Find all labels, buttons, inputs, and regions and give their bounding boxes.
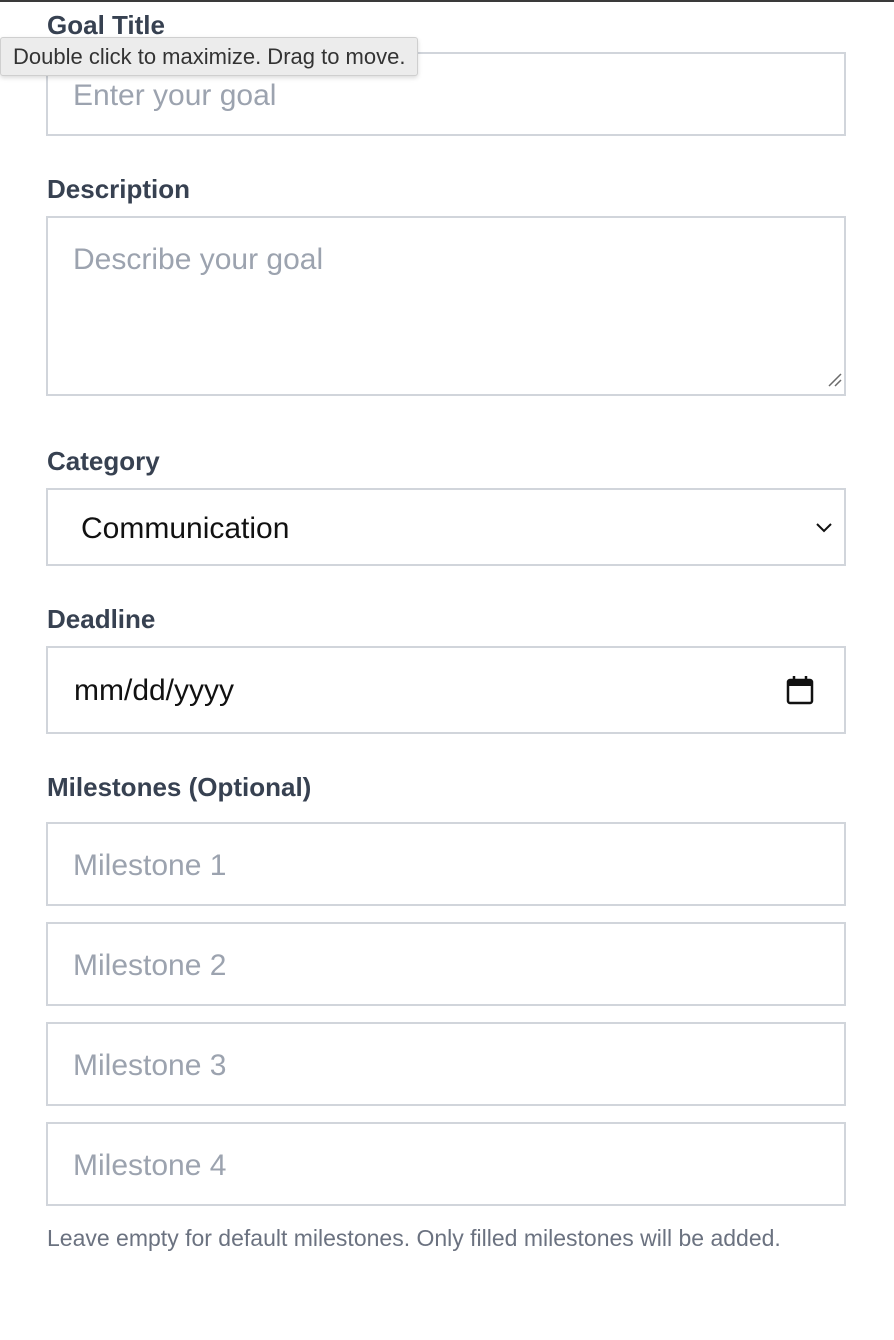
milestone-3-input[interactable]: Milestone 3: [46, 1022, 846, 1106]
goal-title-label: Goal Title: [47, 10, 165, 40]
milestone-3-placeholder: Milestone 3: [73, 1049, 227, 1082]
category-select[interactable]: Communication: [46, 488, 846, 566]
window-top-edge: [0, 0, 894, 2]
milestones-label: Milestones (Optional): [47, 772, 312, 802]
milestone-4-input[interactable]: Milestone 4: [46, 1122, 846, 1206]
deadline-label: Deadline: [47, 604, 156, 634]
description-textarea[interactable]: Describe your goal: [46, 216, 846, 396]
deadline-date-input[interactable]: mm/dd/yyyy: [46, 646, 846, 734]
description-label: Description: [47, 174, 191, 204]
milestone-2-placeholder: Milestone 2: [73, 949, 227, 982]
goal-title-placeholder: Enter your goal: [73, 79, 277, 112]
deadline-value: mm/dd/yyyy: [74, 674, 235, 707]
window-tooltip: Double click to maximize. Drag to move.: [0, 37, 419, 76]
calendar-icon[interactable]: [786, 675, 814, 710]
milestone-1-input[interactable]: Milestone 1: [46, 822, 846, 906]
category-label: Category: [47, 446, 160, 476]
milestone-2-input[interactable]: Milestone 2: [46, 922, 846, 1006]
milestones-helper-text: Leave empty for default milestones. Only…: [47, 1225, 781, 1251]
category-selected-value: Communication: [81, 512, 290, 545]
resize-handle-icon[interactable]: [826, 371, 842, 392]
description-placeholder: Describe your goal: [73, 243, 324, 276]
milestone-4-placeholder: Milestone 4: [73, 1149, 227, 1182]
milestone-1-placeholder: Milestone 1: [73, 849, 227, 882]
chevron-down-icon: [810, 516, 838, 545]
